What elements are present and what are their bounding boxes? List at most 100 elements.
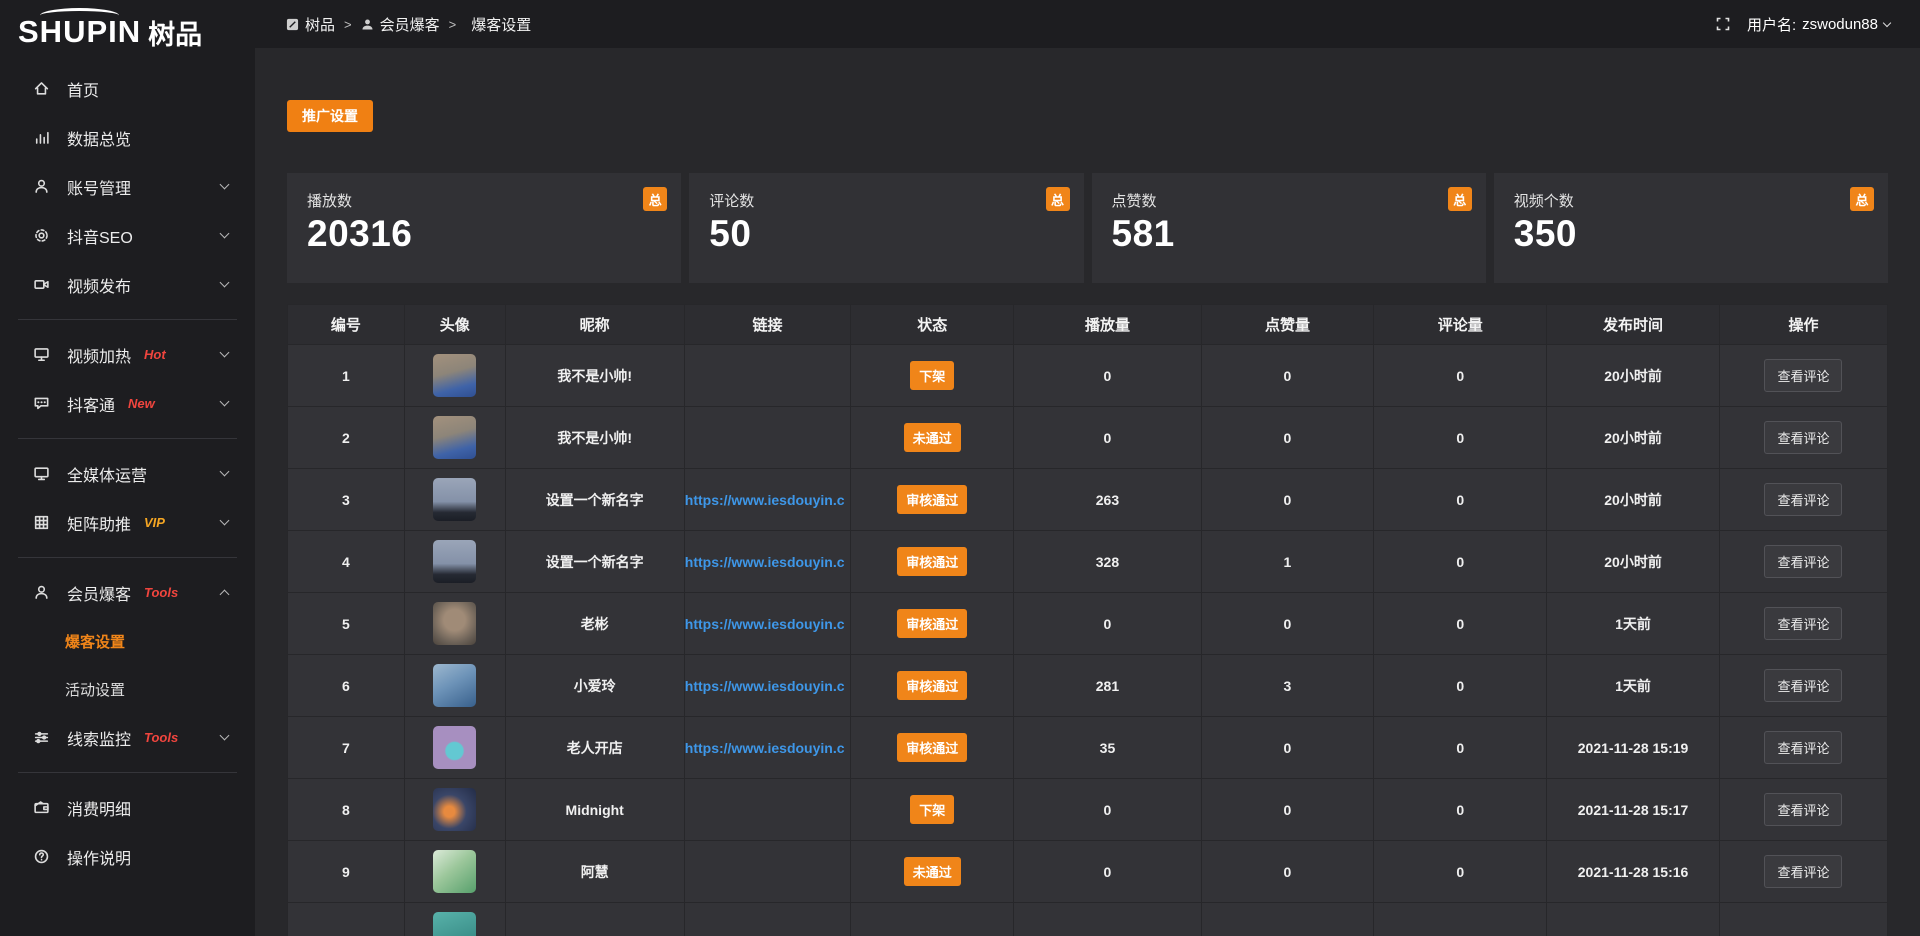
help-circle-icon (30, 848, 52, 865)
video-link[interactable]: https://www.iesdouyin.c (685, 740, 850, 756)
username-value: zswodun88 (1802, 16, 1878, 33)
stat-card-comments: 评论数 50 总 (689, 173, 1083, 283)
chevron-down-icon (220, 348, 230, 358)
chevron-down-icon (220, 516, 230, 526)
vip-badge: VIP (144, 515, 165, 530)
sidebar-item-douketong[interactable]: 抖客通 New (0, 379, 255, 428)
sidebar-subitem-activity-settings[interactable]: 活动设置 (0, 665, 255, 713)
sidebar-item-account-management[interactable]: 账号管理 (0, 162, 255, 211)
sidebar-item-matrix-boost[interactable]: 矩阵助推 VIP (0, 498, 255, 547)
cell-avatar (404, 903, 505, 936)
breadcrumb-item-baoke-settings: 爆客设置 (471, 14, 531, 35)
cell-id: 9 (288, 841, 405, 903)
sidebar-item-member-baoke[interactable]: 会员爆客 Tools (0, 568, 255, 617)
view-comments-button[interactable]: 查看评论 (1764, 545, 1842, 578)
sidebar-item-video-heat[interactable]: 视频加热 Hot (0, 330, 255, 379)
column-header: 评论量 (1374, 305, 1547, 345)
sidebar-item-media-operation[interactable]: 全媒体运营 (0, 449, 255, 498)
cell-id: 6 (288, 655, 405, 717)
breadcrumb-separator: > (344, 17, 352, 32)
status-badge: 未通过 (904, 423, 961, 452)
sidebar-item-home[interactable]: 首页 (0, 64, 255, 113)
cell-action: 查看评论 (1719, 531, 1887, 593)
sidebar-item-label: 视频发布 (67, 273, 131, 297)
tools-badge: Tools (144, 585, 178, 600)
cell-avatar (404, 717, 505, 779)
view-comments-button[interactable]: 查看评论 (1764, 793, 1842, 826)
cell-action: 查看评论 (1719, 469, 1887, 531)
breadcrumb-label: 树品 (305, 14, 335, 35)
cell-likes: 0 (1201, 345, 1374, 407)
cell-link: https://www.iesdouyin.c (684, 655, 850, 717)
stat-label: 播放数 (307, 190, 661, 211)
view-comments-button[interactable]: 查看评论 (1764, 731, 1842, 764)
breadcrumb-label: 爆客设置 (471, 14, 531, 35)
chevron-down-icon (220, 467, 230, 477)
cell-link (684, 841, 850, 903)
fullscreen-icon[interactable] (1715, 16, 1731, 32)
cell-nickname: 小爱玲 (505, 655, 684, 717)
video-link[interactable]: https://www.iesdouyin.c (685, 678, 850, 694)
cell-publish-time: 2021-11-28 15:19 (1547, 717, 1720, 779)
cell-nickname: 我不是小帅! (505, 407, 684, 469)
cell-comments (1374, 903, 1547, 936)
sidebar-item-data-overview[interactable]: 数据总览 (0, 113, 255, 162)
sidebar-item-clue-monitor[interactable]: 线索监控 Tools (0, 713, 255, 762)
sidebar-item-douyin-seo[interactable]: 抖音SEO (0, 211, 255, 260)
sidebar-item-label: 数据总览 (67, 126, 131, 150)
cell-id (288, 903, 405, 936)
cell-plays: 281 (1014, 655, 1201, 717)
app-logo: SHUPIN 树品 (0, 0, 255, 64)
view-comments-button[interactable]: 查看评论 (1764, 483, 1842, 516)
table-row (288, 903, 1888, 936)
main-area: 树品 > 会员爆客 > 爆客设置 用户名: zswodun88 (255, 0, 1920, 936)
breadcrumb-item-member-baoke[interactable]: 会员爆客 (361, 14, 440, 35)
cell-avatar (404, 407, 505, 469)
stat-cards: 播放数 20316 总 评论数 50 总 点赞数 581 总 视频个数 350 (287, 173, 1888, 283)
status-badge: 审核通过 (897, 547, 967, 576)
sidebar-subitem-baoke-settings[interactable]: 爆客设置 (0, 617, 255, 665)
sidebar-item-label: 全媒体运营 (67, 462, 147, 486)
cell-comments: 0 (1374, 407, 1547, 469)
cell-status: 审核通过 (851, 593, 1014, 655)
cell-comments: 0 (1374, 469, 1547, 531)
video-link[interactable]: https://www.iesdouyin.c (685, 554, 850, 570)
chevron-down-icon (220, 278, 230, 288)
cell-plays: 263 (1014, 469, 1201, 531)
view-comments-button[interactable]: 查看评论 (1764, 855, 1842, 888)
view-comments-button[interactable]: 查看评论 (1764, 669, 1842, 702)
column-header: 状态 (851, 305, 1014, 345)
table-row: 4设置一个新名字https://www.iesdouyin.c审核通过32810… (288, 531, 1888, 593)
cell-plays: 0 (1014, 407, 1201, 469)
sidebar-item-consumption-detail[interactable]: 消费明细 (0, 783, 255, 832)
sidebar-item-video-publish[interactable]: 视频发布 (0, 260, 255, 309)
cell-comments: 0 (1374, 841, 1547, 903)
promo-settings-button[interactable]: 推广设置 (287, 100, 373, 132)
view-comments-button[interactable]: 查看评论 (1764, 359, 1842, 392)
video-link[interactable]: https://www.iesdouyin.c (685, 492, 850, 508)
sidebar-item-label: 操作说明 (67, 845, 131, 869)
user-menu[interactable]: 用户名: zswodun88 (1747, 14, 1890, 35)
app-root: SHUPIN 树品 首页 数据总览 账号管理 抖音SE (0, 0, 1920, 936)
cell-action (1719, 903, 1887, 936)
sidebar-item-instructions[interactable]: 操作说明 (0, 832, 255, 881)
view-comments-button[interactable]: 查看评论 (1764, 421, 1842, 454)
cell-status: 审核通过 (851, 655, 1014, 717)
grid-icon (30, 514, 52, 531)
video-link[interactable]: https://www.iesdouyin.c (685, 616, 850, 632)
cell-likes: 0 (1201, 593, 1374, 655)
column-header: 点赞量 (1201, 305, 1374, 345)
content-area: 推广设置 播放数 20316 总 评论数 50 总 点赞数 581 总 (255, 48, 1920, 936)
cell-avatar (404, 841, 505, 903)
breadcrumb: 树品 > 会员爆客 > 爆客设置 (286, 14, 531, 35)
chevron-down-icon (220, 397, 230, 407)
video-camera-icon (30, 276, 52, 293)
table-row: 2我不是小帅!未通过00020小时前查看评论 (288, 407, 1888, 469)
cell-link (684, 407, 850, 469)
cell-comments: 0 (1374, 655, 1547, 717)
stat-value: 581 (1112, 213, 1466, 255)
view-comments-button[interactable]: 查看评论 (1764, 607, 1842, 640)
cell-nickname: Midnight (505, 779, 684, 841)
breadcrumb-item-shupin[interactable]: 树品 (286, 14, 335, 35)
table-row: 3设置一个新名字https://www.iesdouyin.c审核通过26300… (288, 469, 1888, 531)
